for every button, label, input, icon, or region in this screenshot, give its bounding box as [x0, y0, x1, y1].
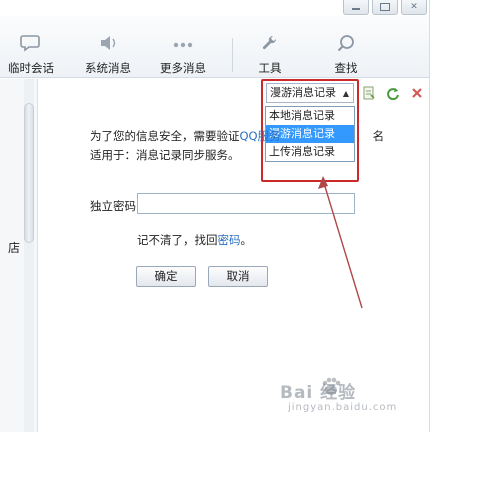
toolbar-search[interactable]: 查找 [328, 16, 364, 76]
toolbar-more-messages[interactable]: 更多消息 [155, 16, 211, 76]
contact-partial-text: 店 [8, 241, 21, 255]
scrollbar-thumb[interactable] [24, 103, 34, 243]
toolbar-separator [232, 38, 233, 72]
refresh-icon[interactable] [386, 86, 400, 100]
watermark-url: jingyan.baidu.com [288, 402, 398, 413]
more-dots-icon [173, 42, 193, 48]
verification-message-line1: 为了您的信息安全，需要验证QQ服务名 [90, 129, 385, 143]
search-icon [337, 35, 354, 52]
toolbar-label: 更多消息 [160, 61, 206, 75]
close-button[interactable] [401, 0, 427, 15]
toolbar-label: 查找 [334, 61, 358, 75]
toolbar-system-messages[interactable]: 系统消息 [80, 16, 136, 76]
toolbar: 临时会话 系统消息 更多消息 工具 查找 [0, 16, 429, 78]
password-label: 独立密码 [90, 199, 136, 213]
contact-list-pane: 店 [0, 79, 38, 432]
toolbar-temp-chat[interactable]: 临时会话 [6, 16, 56, 76]
independent-password-input[interactable] [137, 193, 355, 214]
wrench-icon [262, 35, 277, 50]
forgot-password-text: 记不清了，找回密码。 [137, 233, 252, 247]
minimize-button[interactable] [343, 0, 369, 15]
chat-bubble-icon [20, 35, 40, 52]
delete-icon[interactable] [410, 86, 424, 100]
toolbar-tools[interactable]: 工具 [252, 16, 288, 76]
export-icon[interactable] [362, 86, 376, 100]
verification-message-line2: 适用于：消息记录同步服务。 [90, 148, 240, 162]
maximize-button[interactable] [372, 0, 398, 15]
toolbar-label: 工具 [258, 61, 282, 75]
window-controls [343, 0, 427, 16]
paw-icon [322, 377, 341, 395]
confirm-button[interactable]: 确定 [136, 266, 196, 287]
qq-message-manager-window: 临时会话 系统消息 更多消息 工具 [0, 0, 430, 432]
watermark-title: Bai 经验 [280, 383, 357, 403]
baidu-jingyan-watermark: Bai 经验 jingyan.baidu.com [280, 372, 460, 422]
toolbar-label: 系统消息 [85, 61, 131, 75]
qq-service-link[interactable]: QQ服务 [240, 129, 281, 143]
recover-password-link[interactable]: 密码 [218, 233, 241, 247]
cancel-button[interactable]: 取消 [208, 266, 268, 287]
toolbar-label: 临时会话 [8, 61, 54, 75]
verification-message: 为了您的信息安全，需要验证QQ服务名 适用于：消息记录同步服务。 [90, 127, 420, 165]
speaker-icon [101, 36, 116, 50]
